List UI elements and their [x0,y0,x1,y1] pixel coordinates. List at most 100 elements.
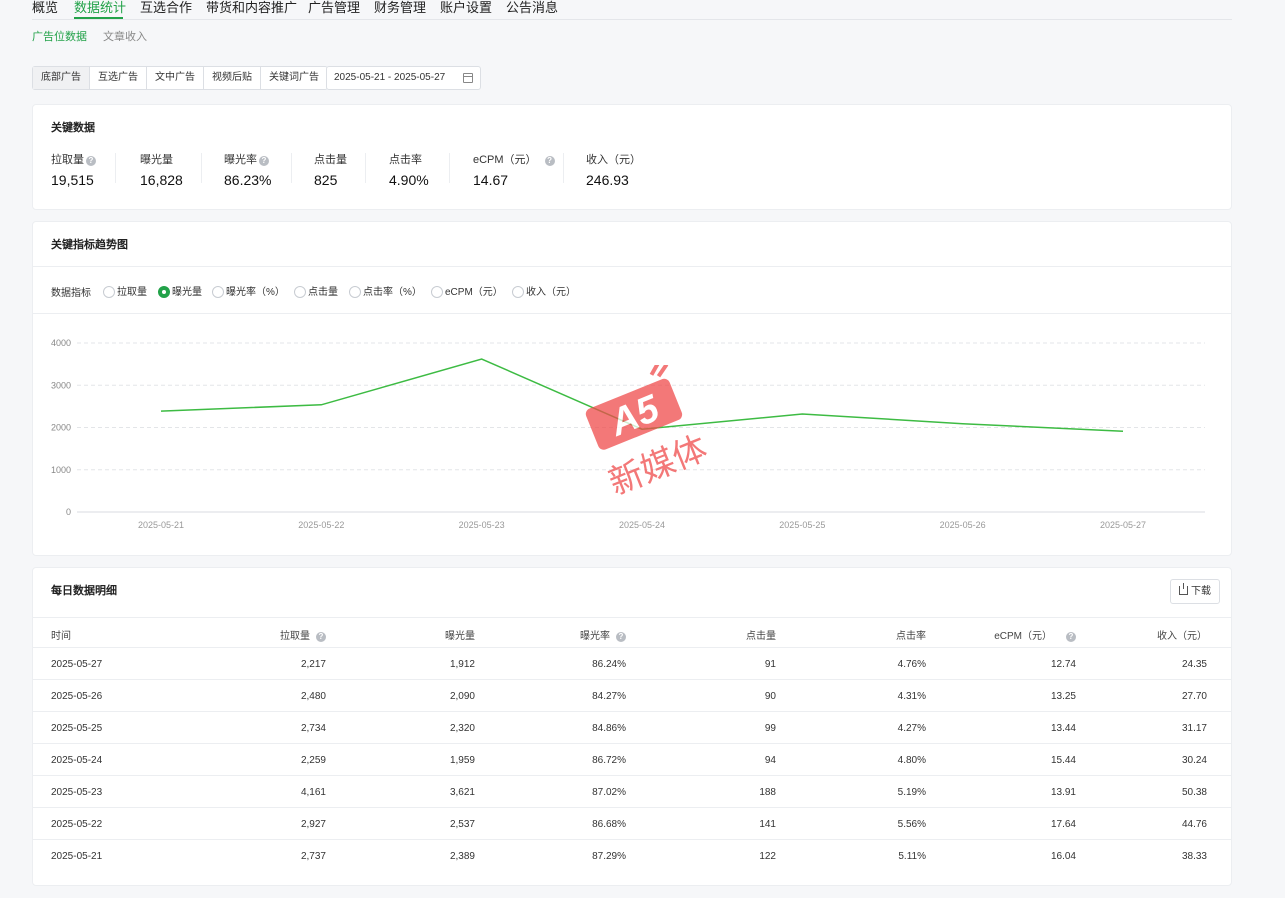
cell-ecpm: 16.04 [1050,851,1076,862]
kpi-label: 曝光率 [224,154,257,166]
cell-ctr: 4.31% [897,691,926,702]
radio-clicks[interactable]: 点击量 [294,283,338,298]
help-icon[interactable]: ? [1066,632,1076,642]
kpi-divider [201,153,202,183]
nav-announcements[interactable]: 公告消息 [506,0,558,16]
trend-line-chart: 0 1000 2000 3000 4000 2025-05-21 2025-05-22 202… [51,338,1205,530]
radio-icon [212,286,224,298]
table-row: 2025-05-25 2,734 2,320 84.86% 99 4.27% 13.44 31… [33,711,1231,743]
radio-pull-count[interactable]: 拉取量 [103,283,147,298]
kpi-divider [291,153,292,183]
cell-impression-rate: 87.02% [592,787,626,798]
radio-icon [103,286,115,298]
help-icon[interactable]: ? [616,632,626,642]
kpi-label: 曝光量 [140,154,173,166]
tab-in-article-ad[interactable]: 文中广告 [147,67,204,89]
cell-date: 2025-05-24 [51,755,103,766]
cell-revenue: 44.76 [1181,819,1207,830]
divider [33,266,1231,267]
x-tick-label: 2025-05-26 [940,520,986,530]
cell-ecpm: 12.74 [1050,659,1076,670]
y-tick-label: 1000 [51,465,71,475]
cell-revenue: 27.70 [1181,691,1207,702]
cell-pull: 4,161 [300,787,326,798]
radio-label: 收入（元） [526,287,576,298]
cell-ecpm: 15.44 [1050,755,1076,766]
tab-video-post-ad[interactable]: 视频后贴 [204,67,261,89]
cell-clicks: 94 [764,755,776,766]
cell-impressions: 2,090 [449,691,475,702]
table-row: 2025-05-24 2,259 1,959 86.72% 94 4.80% 15.44 30… [33,743,1231,775]
date-range-picker[interactable]: 2025-05-21 - 2025-05-27 [326,66,481,90]
tab-bottom-ad[interactable]: 底部广告 [33,67,90,89]
help-icon[interactable]: ? [86,156,96,166]
radio-impressions[interactable]: 曝光量 [158,283,202,298]
radio-label: 曝光量 [172,287,202,298]
help-icon[interactable]: ? [316,632,326,642]
radio-label: 点击率（%） [363,287,422,298]
kpi-ctr: 点击率 4.90% [389,151,429,188]
cell-revenue: 30.24 [1181,755,1207,766]
radio-icon [349,286,361,298]
col-header-impressions: 曝光量 [445,627,475,642]
date-range-value: 2025-05-21 - 2025-05-27 [334,72,446,83]
radio-ecpm[interactable]: eCPM（元） [431,283,503,298]
radio-ctr[interactable]: 点击率（%） [349,283,422,298]
x-tick-label: 2025-05-25 [779,520,825,530]
download-button[interactable]: 下载 [1170,579,1220,604]
x-tick-label: 2025-05-21 [138,520,184,530]
nav-finance[interactable]: 财务管理 [374,0,426,16]
trend-title: 关键指标趋势图 [51,239,128,251]
col-header-impression-rate: 曝光率? [580,627,626,642]
subtab-ad-slot-data[interactable]: 广告位数据 [32,28,87,44]
cell-pull: 2,480 [300,691,326,702]
kpi-value: 4.90% [389,172,429,188]
metric-selector-label: 数据指标 [51,288,91,299]
cell-clicks: 99 [764,723,776,734]
nav-account-settings[interactable]: 账户设置 [440,0,492,16]
cell-ctr: 5.19% [897,787,926,798]
radio-impression-rate[interactable]: 曝光率（%） [212,283,285,298]
cell-ctr: 4.80% [897,755,926,766]
x-tick-label: 2025-05-22 [298,520,344,530]
col-header-label: 收入（元） [1157,631,1207,642]
help-icon[interactable]: ? [259,156,269,166]
cell-clicks: 141 [759,819,776,830]
nav-data-stats[interactable]: 数据统计 [74,0,126,16]
kpi-divider [365,153,366,183]
cell-revenue: 24.35 [1181,659,1207,670]
kpi-impressions: 曝光量 16,828 [140,151,183,188]
table-row: 2025-05-21 2,737 2,389 87.29% 122 5.11% 16.04 3… [33,839,1231,871]
nav-mutual-select[interactable]: 互选合作 [140,0,192,16]
col-header-label: 拉取量 [280,631,310,642]
divider [33,617,1231,618]
subtab-article-income[interactable]: 文章收入 [103,28,147,44]
table-row: 2025-05-27 2,217 1,912 86.24% 91 4.76% 12.74 24… [33,647,1231,679]
radio-label: 拉取量 [117,287,147,298]
cell-revenue: 38.33 [1181,851,1207,862]
cell-ecpm: 13.25 [1050,691,1076,702]
cell-impressions: 2,320 [449,723,475,734]
col-header-label: 曝光量 [445,631,475,642]
radio-revenue[interactable]: 收入（元） [512,283,576,298]
tab-keyword-ad[interactable]: 关键词广告 [261,67,327,89]
nav-ad-management[interactable]: 广告管理 [308,0,360,16]
daily-title: 每日数据明细 [51,585,117,597]
kpi-value: 16,828 [140,172,183,188]
cell-clicks: 122 [759,851,776,862]
download-icon [1179,583,1188,595]
daily-detail-card: 每日数据明细 下载 时间 拉取量? 曝光量 曝光率? 点击量 点击率 eCPM（… [32,567,1232,886]
kpi-value: 14.67 [473,172,509,188]
cell-impression-rate: 86.72% [592,755,626,766]
nav-overview[interactable]: 概览 [32,0,58,16]
series-line [160,358,1124,432]
y-tick-label: 0 [66,507,71,517]
cell-revenue: 50.38 [1181,787,1207,798]
help-icon[interactable]: ? [544,156,555,166]
kpi-value: 19,515 [51,172,94,188]
cell-ecpm: 17.64 [1050,819,1076,830]
cell-clicks: 188 [759,787,776,798]
nav-commerce-promo[interactable]: 带货和内容推广 [206,0,297,16]
col-header-label: eCPM（元） [994,631,1052,642]
tab-mutual-ad[interactable]: 互选广告 [90,67,147,89]
